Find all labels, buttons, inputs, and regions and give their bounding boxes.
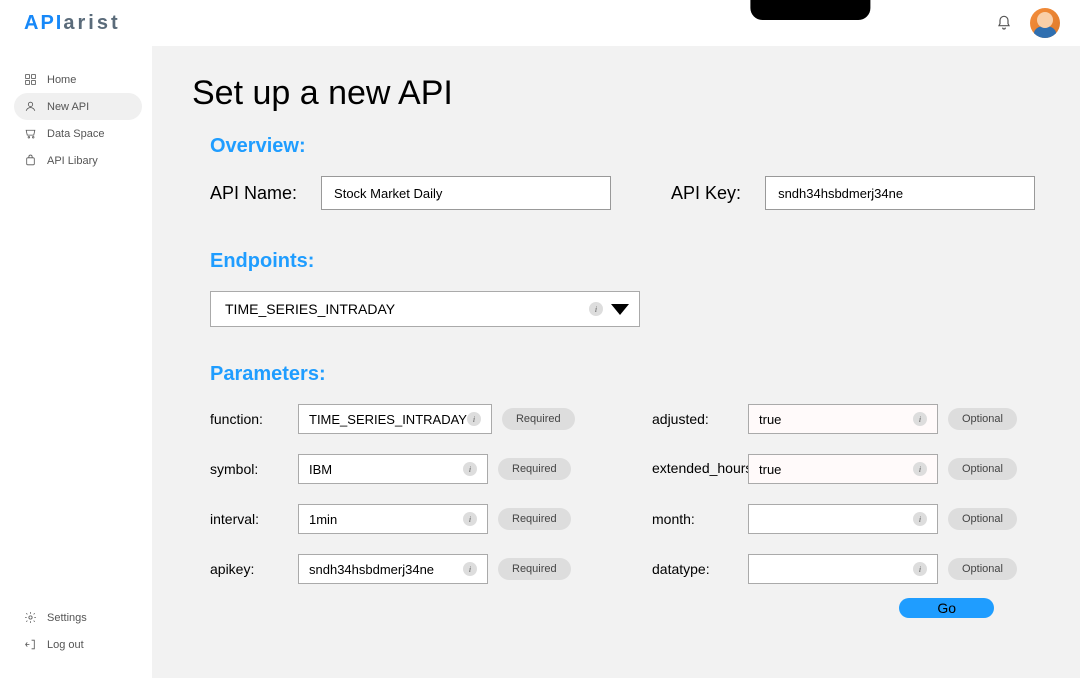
user-plus-icon: [24, 100, 37, 113]
info-icon[interactable]: i: [913, 412, 927, 426]
param-interval-input[interactable]: 1mini: [298, 504, 488, 534]
param-adjusted-input[interactable]: truei: [748, 404, 938, 434]
section-overview-title: Overview:: [210, 135, 1044, 158]
go-button[interactable]: Go: [899, 598, 994, 618]
param-label: month:: [652, 511, 738, 527]
param-label: adjusted:: [652, 411, 738, 427]
required-badge: Required: [498, 508, 571, 530]
required-badge: Required: [498, 558, 571, 580]
info-icon[interactable]: i: [913, 562, 927, 576]
param-row: apikey: sndh34hsbdmerj34nei Required: [210, 554, 602, 584]
param-extended-hours-input[interactable]: truei: [748, 454, 938, 484]
param-label: apikey:: [210, 561, 288, 577]
sidebar-item-label: New API: [47, 101, 89, 113]
app-logo: APIarist: [24, 12, 121, 35]
top-notch: [750, 0, 870, 20]
info-icon[interactable]: i: [913, 462, 927, 476]
api-key-label: API Key:: [671, 183, 741, 204]
info-icon[interactable]: i: [463, 512, 477, 526]
endpoint-selected-value: TIME_SERIES_INTRADAY: [225, 301, 395, 317]
optional-badge: Optional: [948, 508, 1017, 530]
info-icon[interactable]: i: [463, 462, 477, 476]
grid-icon: [24, 73, 37, 86]
logout-icon: [24, 638, 37, 651]
param-function-input[interactable]: TIME_SERIES_INTRADAYi: [298, 404, 492, 434]
sidebar-item-label: Data Space: [47, 128, 104, 140]
required-badge: Required: [502, 408, 575, 430]
param-label: symbol:: [210, 461, 288, 477]
param-row: month: i Optional: [652, 504, 1044, 534]
required-badge: Required: [498, 458, 571, 480]
optional-badge: Optional: [948, 408, 1017, 430]
endpoint-dropdown[interactable]: TIME_SERIES_INTRADAY i: [210, 291, 640, 327]
user-avatar[interactable]: [1030, 8, 1060, 38]
param-label: interval:: [210, 511, 288, 527]
api-name-input[interactable]: [321, 176, 611, 210]
param-label: function:: [210, 411, 288, 427]
param-apikey-input[interactable]: sndh34hsbdmerj34nei: [298, 554, 488, 584]
param-label: datatype:: [652, 561, 738, 577]
optional-badge: Optional: [948, 558, 1017, 580]
sidebar-item-new-api[interactable]: New API: [14, 93, 142, 120]
sidebar-item-data-space[interactable]: Data Space: [0, 120, 152, 147]
sidebar-item-label: Settings: [47, 612, 87, 624]
gear-icon: [24, 611, 37, 624]
sidebar-item-label: Home: [47, 74, 76, 86]
param-row: symbol: IBMi Required: [210, 454, 602, 484]
info-icon[interactable]: i: [589, 302, 603, 316]
page-title: Set up a new API: [192, 74, 1044, 113]
info-icon[interactable]: i: [467, 412, 481, 426]
param-label: extended_hours:: [652, 461, 738, 476]
param-row: datatype: i Optional: [652, 554, 1044, 584]
sidebar: Home New API Data Space API Libary Setti…: [0, 46, 152, 678]
main-content: Set up a new API Overview: API Name: API…: [152, 46, 1080, 678]
api-name-label: API Name:: [210, 183, 297, 204]
api-key-input[interactable]: [765, 176, 1035, 210]
sidebar-item-label: API Libary: [47, 155, 98, 167]
sidebar-item-home[interactable]: Home: [0, 66, 152, 93]
sidebar-item-api-library[interactable]: API Libary: [0, 147, 152, 174]
info-icon[interactable]: i: [913, 512, 927, 526]
param-row: adjusted: truei Optional: [652, 404, 1044, 434]
param-row: interval: 1mini Required: [210, 504, 602, 534]
section-endpoints-title: Endpoints:: [210, 250, 1044, 273]
param-column-right: adjusted: truei Optional extended_hours:…: [652, 404, 1044, 604]
param-month-input[interactable]: i: [748, 504, 938, 534]
param-datatype-input[interactable]: i: [748, 554, 938, 584]
notifications-icon[interactable]: [996, 15, 1012, 31]
sidebar-item-label: Log out: [47, 639, 84, 651]
bag-icon: [24, 154, 37, 167]
sidebar-item-logout[interactable]: Log out: [0, 631, 152, 658]
cart-icon: [24, 127, 37, 140]
sidebar-item-settings[interactable]: Settings: [0, 604, 152, 631]
param-column-left: function: TIME_SERIES_INTRADAYi Required…: [210, 404, 602, 604]
chevron-down-icon: [611, 304, 629, 315]
param-symbol-input[interactable]: IBMi: [298, 454, 488, 484]
param-row: extended_hours: truei Optional: [652, 454, 1044, 484]
info-icon[interactable]: i: [463, 562, 477, 576]
optional-badge: Optional: [948, 458, 1017, 480]
section-parameters-title: Parameters:: [210, 363, 1044, 386]
param-row: function: TIME_SERIES_INTRADAYi Required: [210, 404, 602, 434]
